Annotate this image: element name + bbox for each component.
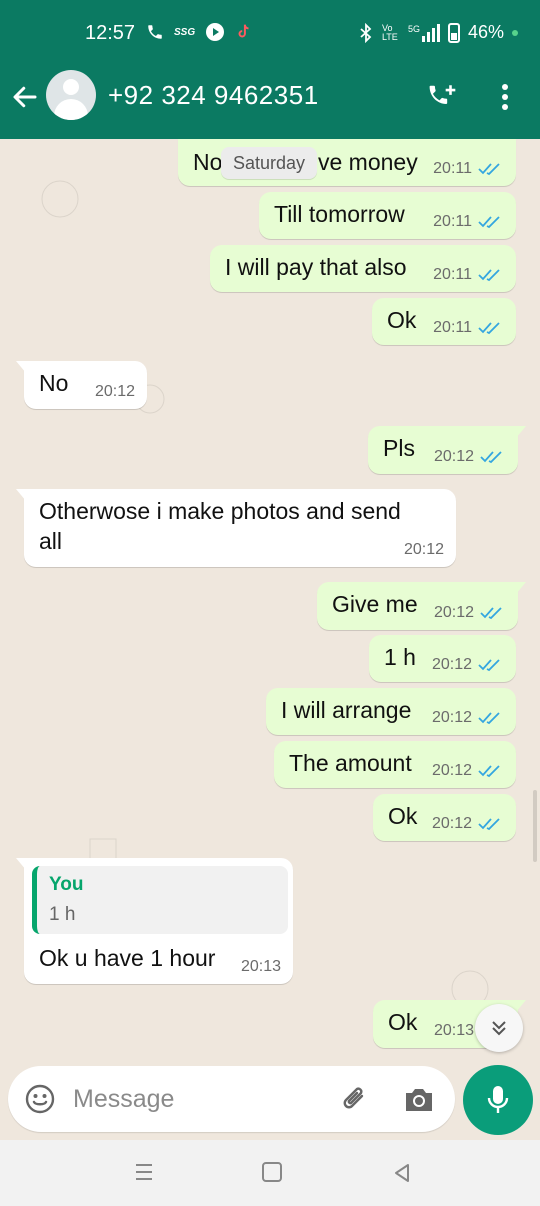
read-receipt-icon: [478, 163, 500, 176]
chat-header: +92 324 9462351: [0, 68, 540, 139]
message-bubble-outgoing[interactable]: 1 h 20:12: [369, 635, 516, 682]
emoji-icon[interactable]: [24, 1083, 56, 1115]
system-nav-bar: [0, 1140, 540, 1206]
read-receipt-icon: [478, 818, 500, 831]
read-receipt-icon: [478, 712, 500, 725]
scrollbar[interactable]: [533, 790, 537, 862]
message-text: Ok: [388, 803, 418, 829]
battery-icon: [447, 22, 460, 43]
message-bubble-outgoing[interactable]: Ok 20:11: [372, 298, 516, 345]
message-time: 20:12: [431, 709, 472, 726]
message-bubble-incoming-reply[interactable]: You 1 h Ok u have 1 hour 20:13: [16, 858, 293, 984]
status-bar: 12:57 SSG Vo LTE 5G 46%: [0, 0, 540, 68]
voice-record-button[interactable]: [463, 1065, 533, 1135]
message-time: 20:12: [431, 656, 472, 673]
message-text: Ok u have 1 hour: [39, 945, 216, 971]
message-bubble-outgoing[interactable]: Till tomorrow 20:11: [259, 192, 516, 239]
quoted-text: 1 h: [49, 904, 76, 925]
message-bubble-outgoing[interactable]: Pls 20:12: [368, 426, 526, 474]
message-text: Pls: [383, 435, 415, 461]
read-receipt-icon: [480, 451, 502, 464]
message-text: Ok: [387, 307, 417, 333]
message-bubble-incoming[interactable]: Otherwose i make photos and send all 20:…: [16, 489, 456, 567]
double-chevron-down-icon: [492, 1021, 506, 1036]
message-bubble-outgoing[interactable]: I will arrange 20:12: [266, 688, 516, 735]
message-text: Give me: [332, 591, 418, 617]
date-chip: Saturday: [221, 147, 317, 179]
nav-back-icon[interactable]: [392, 1162, 412, 1184]
contact-name[interactable]: +92 324 9462351: [108, 80, 319, 111]
message-bubble-outgoing[interactable]: The amount 20:12: [274, 741, 516, 788]
message-input[interactable]: Message: [73, 1085, 174, 1114]
message-text: The amount: [289, 750, 412, 776]
message-text: Ok: [388, 1009, 418, 1035]
message-bubble-outgoing[interactable]: Ok 20:12: [373, 794, 516, 841]
bluetooth-icon: [360, 22, 372, 43]
message-text: 1 h: [384, 644, 416, 670]
read-receipt-icon: [478, 322, 500, 335]
message-time: 20:12: [433, 448, 474, 465]
home-icon[interactable]: [262, 1162, 282, 1182]
message-time: 20:12: [403, 541, 444, 558]
message-text-start: No: [193, 149, 223, 175]
battery-percent: 46%: [467, 22, 504, 42]
message-time: 20:12: [94, 383, 135, 400]
read-receipt-icon: [478, 765, 500, 778]
message-bubble-incoming[interactable]: No 20:12: [16, 361, 147, 409]
message-text-line1: Otherwose i make photos and send: [39, 498, 401, 524]
message-time: 20:11: [433, 213, 472, 230]
camera-icon[interactable]: [402, 1085, 436, 1115]
avatar[interactable]: [46, 70, 96, 120]
ssg-icon: SSG: [174, 26, 196, 38]
message-bubble-outgoing[interactable]: I will pay that also 20:11: [210, 245, 516, 292]
message-text-line2: all: [39, 528, 63, 554]
quoted-message[interactable]: You 1 h: [32, 866, 288, 934]
mic-icon: [487, 1086, 509, 1113]
play-icon: [206, 23, 225, 41]
top-bar: 12:57 SSG Vo LTE 5G 46% +92 324 9462351: [0, 0, 540, 139]
message-time: 20:12: [433, 604, 474, 621]
status-time: 12:57: [85, 22, 136, 44]
message-time: 20:12: [431, 815, 472, 832]
read-receipt-icon: [478, 216, 500, 229]
read-receipt-icon: [478, 659, 500, 672]
message-time: 20:13: [240, 958, 281, 975]
add-call-icon[interactable]: [426, 82, 460, 112]
tiktok-icon: [238, 24, 249, 38]
read-receipt-icon: [478, 269, 500, 282]
message-time: 20:11: [433, 319, 472, 336]
message-text: I will pay that also: [225, 254, 407, 280]
status-dot: [512, 29, 518, 36]
recent-apps-icon[interactable]: [134, 1162, 154, 1182]
message-time: 20:11: [433, 266, 472, 283]
message-text: Till tomorrow: [274, 201, 405, 227]
message-text: No: [39, 370, 69, 396]
read-receipt-icon: [480, 607, 502, 620]
message-composer[interactable]: Message: [8, 1066, 455, 1132]
chat-area[interactable]: No ve money 20:11 Saturday Till tomorrow…: [0, 139, 540, 1059]
message-text: I will arrange: [281, 697, 412, 723]
call-icon: [148, 25, 162, 39]
attach-icon[interactable]: [338, 1083, 372, 1117]
message-time: 20:12: [431, 762, 472, 779]
message-bubble-outgoing[interactable]: Give me 20:12: [317, 582, 526, 630]
scroll-to-bottom-button[interactable]: [475, 1004, 523, 1052]
message-text-end: ve money: [318, 149, 418, 175]
quoted-author: You: [49, 874, 84, 895]
volte-icon: Vo LTE: [381, 22, 398, 42]
more-options-icon[interactable]: [498, 82, 512, 112]
message-time: 20:13: [433, 1022, 474, 1039]
message-time: 20:11: [433, 160, 472, 177]
back-arrow-icon[interactable]: [10, 82, 40, 112]
5g-signal-icon: 5G: [408, 23, 440, 42]
